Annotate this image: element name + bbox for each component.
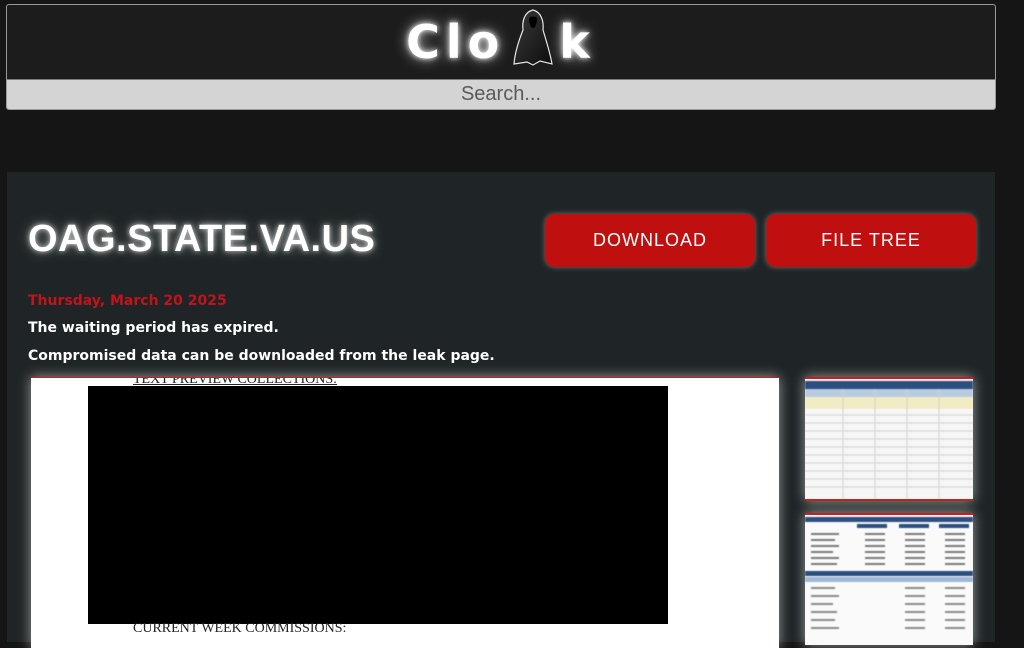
leak-post-panel: OAG.STATE.VA.US DOWNLOAD FILE TREE Thurs… bbox=[7, 172, 995, 648]
spreadsheet-thumbnail-graphic bbox=[805, 379, 973, 499]
logo-bar: Clo k bbox=[7, 5, 995, 80]
site-header: Clo k bbox=[6, 4, 996, 110]
logo-text-left: Clo bbox=[406, 15, 506, 69]
redaction-block bbox=[88, 386, 668, 624]
document-preview-image[interactable]: TEXT PREVIEW COLLECTIONS: CURRENT WEEK C… bbox=[31, 377, 779, 648]
spreadsheet-thumbnail-graphic bbox=[805, 515, 973, 645]
site-logo[interactable]: Clo k bbox=[406, 8, 596, 77]
page-title: OAG.STATE.VA.US bbox=[28, 218, 376, 260]
hooded-cloak-figure-icon bbox=[511, 8, 555, 77]
spreadsheet-thumbnail-2[interactable] bbox=[805, 513, 973, 645]
download-button[interactable]: DOWNLOAD bbox=[545, 214, 755, 267]
spreadsheet-thumbnail-1[interactable] bbox=[805, 377, 973, 501]
logo-text-right: k bbox=[559, 15, 596, 69]
download-notice: Compromised data can be downloaded from … bbox=[28, 348, 495, 364]
post-date: Thursday, March 20 2025 bbox=[28, 293, 227, 309]
preview-footer-text: CURRENT WEEK COMMISSIONS: bbox=[133, 621, 347, 636]
file-tree-button[interactable]: FILE TREE bbox=[766, 214, 976, 267]
waiting-period-notice: The waiting period has expired. bbox=[28, 320, 279, 336]
search-input[interactable] bbox=[7, 80, 995, 109]
